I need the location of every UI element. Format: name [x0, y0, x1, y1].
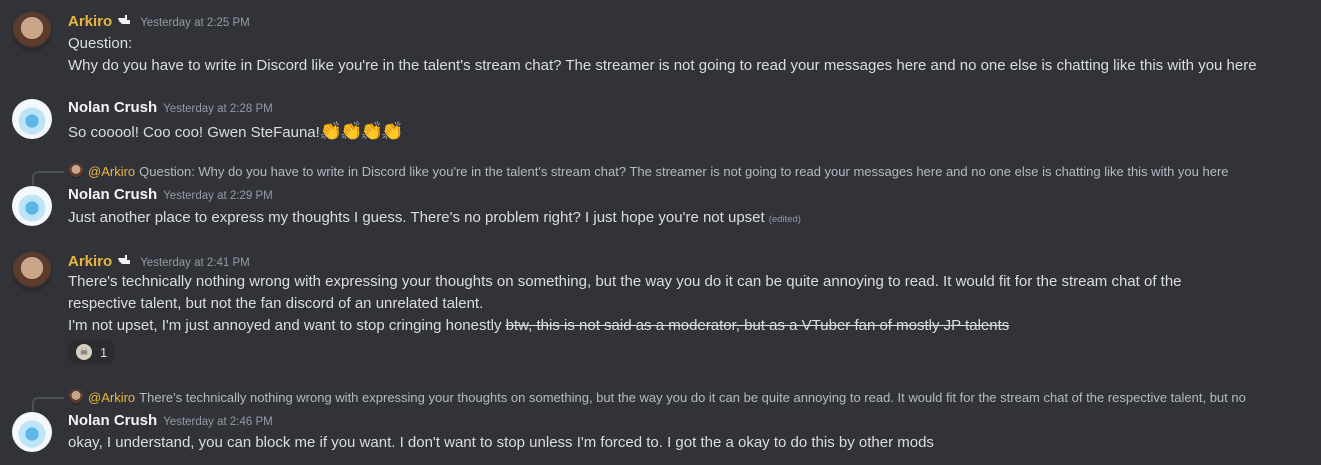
message-header: Arkiro Yesterday at 2:25 PM — [68, 12, 250, 30]
message-body: So cooool! Coo coo! Gwen SteFauna! — [68, 124, 320, 141]
message-header: Arkiro Yesterday at 2:41 PM — [68, 252, 250, 270]
author-name[interactable]: Arkiro — [68, 13, 112, 30]
hand-pointer-icon — [116, 252, 134, 266]
skull-emoji-icon: ☠ — [76, 344, 92, 360]
edited-label: (edited) — [768, 214, 801, 225]
message-header: Nolan Crush Yesterday at 2:29 PM — [68, 186, 273, 203]
reply-preview[interactable]: @Arkiro There's technically nothing wron… — [68, 389, 1287, 405]
message-text: Just another place to express my thought… — [68, 209, 801, 226]
timestamp: Yesterday at 2:29 PM — [163, 190, 273, 202]
message-body: Just another place to express my thought… — [68, 209, 765, 226]
message-body: I'm not upset, I'm just annoyed and want… — [68, 317, 506, 334]
reaction-count: 1 — [100, 344, 108, 360]
strikethrough-text: btw, this is not said as a moderator, bu… — [505, 317, 1010, 334]
reply-mention[interactable]: @Arkiro — [88, 164, 135, 179]
message-text: I'm not upset, I'm just annoyed and want… — [68, 317, 1009, 334]
message-header: Nolan Crush Yesterday at 2:28 PM — [68, 99, 273, 116]
author-name[interactable]: Nolan Crush — [68, 186, 157, 203]
reply-avatar-arkiro — [68, 163, 84, 179]
hand-pointer-icon — [116, 12, 134, 26]
reply-mention[interactable]: @Arkiro — [88, 390, 135, 405]
timestamp: Yesterday at 2:28 PM — [163, 103, 273, 115]
author-name[interactable]: Nolan Crush — [68, 99, 157, 116]
timestamp: Yesterday at 2:41 PM — [140, 257, 250, 269]
avatar-nolan-crush[interactable] — [12, 186, 52, 226]
message-text: So cooool! Coo coo! Gwen SteFauna!👏👏👏👏 — [68, 121, 404, 142]
clapping-hands-emoji: 👏👏👏👏 — [319, 121, 404, 141]
message-text: okay, I understand, you can block me if … — [68, 434, 934, 451]
avatar-nolan-crush[interactable] — [12, 412, 52, 452]
reaction-button[interactable]: ☠ 1 — [68, 340, 116, 364]
avatar-arkiro[interactable] — [12, 12, 52, 52]
message-text: There's technically nothing wrong with e… — [68, 273, 1182, 290]
message-text: Question: — [68, 35, 133, 52]
message-header: Nolan Crush Yesterday at 2:46 PM — [68, 412, 273, 429]
reply-spine — [32, 171, 64, 185]
reply-spine — [32, 397, 64, 411]
reply-preview[interactable]: @Arkiro Question: Why do you have to wri… — [68, 163, 1287, 179]
message-text: respective talent, but not the fan disco… — [68, 295, 484, 312]
timestamp: Yesterday at 2:25 PM — [140, 17, 250, 29]
reply-text: There's technically nothing wrong with e… — [139, 389, 1246, 405]
avatar-nolan-crush[interactable] — [12, 99, 52, 139]
message-text: Why do you have to write in Discord like… — [68, 57, 1257, 74]
author-name[interactable]: Nolan Crush — [68, 412, 157, 429]
timestamp: Yesterday at 2:46 PM — [163, 416, 273, 428]
reply-text: Question: Why do you have to write in Di… — [139, 163, 1229, 179]
author-name[interactable]: Arkiro — [68, 253, 112, 270]
reply-avatar-arkiro — [68, 389, 84, 405]
avatar-arkiro[interactable] — [12, 252, 52, 292]
